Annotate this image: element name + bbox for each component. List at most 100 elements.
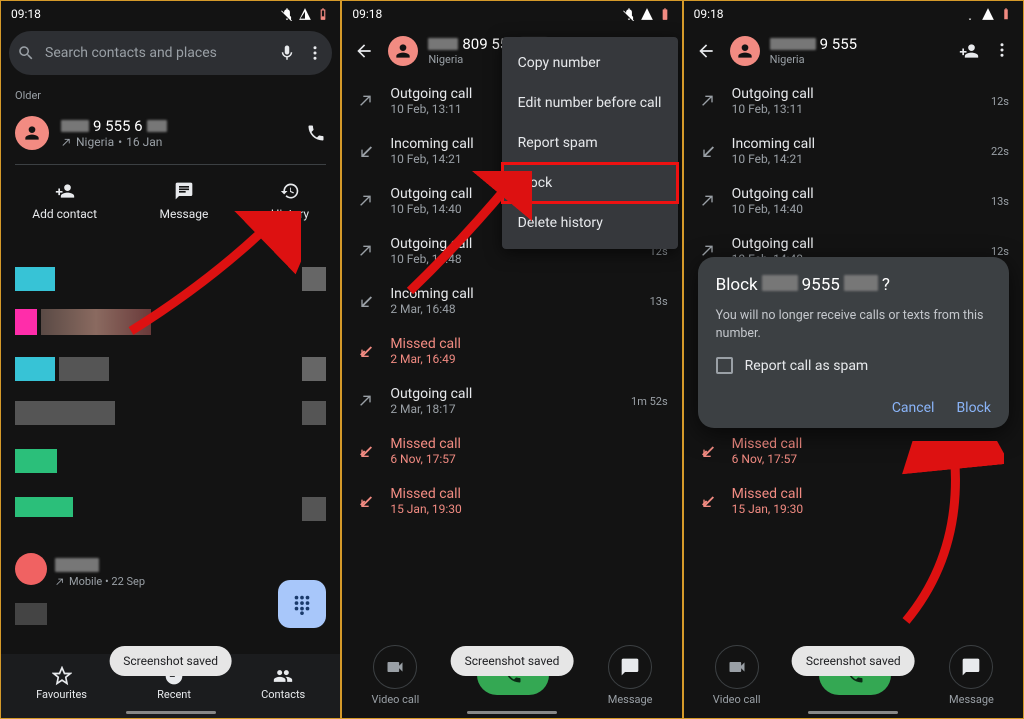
redacted-avatar <box>15 553 47 585</box>
status-time: 09:18 <box>694 7 724 21</box>
missed-call-icon <box>356 443 376 459</box>
mic-icon[interactable] <box>278 44 296 62</box>
divider <box>15 164 326 165</box>
home-indicator <box>467 711 557 714</box>
status-time: 09:18 <box>11 7 41 21</box>
signal-icon <box>298 7 312 21</box>
quick-actions: Add contact Message History <box>1 171 340 235</box>
history-row[interactable]: Missed call15 Jan, 19:30 <box>342 476 681 526</box>
call-duration: 12s <box>991 95 1009 108</box>
bell-off-icon <box>622 7 636 21</box>
call-time: 10 Feb, 14:48 <box>390 252 635 266</box>
battery-low-icon <box>316 7 330 21</box>
redacted-sub: Mobile • 22 Sep <box>55 575 145 588</box>
status-bar: 09:18 <box>1 1 340 27</box>
message-button[interactable]: Message <box>949 645 994 706</box>
history-button[interactable]: History <box>271 181 309 221</box>
checkbox-icon[interactable] <box>716 357 733 374</box>
history-row[interactable]: Outgoing call10 Feb, 14:4013s <box>684 176 1023 226</box>
block-button[interactable]: Block <box>956 400 991 416</box>
panel-recents: 09:18 Search contacts and places Older 9… <box>0 0 341 719</box>
header-sub: Nigeria <box>770 53 949 66</box>
call-time: 2 Mar, 16:49 <box>390 352 653 366</box>
nav-favourites[interactable]: Favourites <box>36 666 87 701</box>
panel-history-menu: 09:18 809 555 Nigeria Outgoing call10 Fe… <box>341 0 682 719</box>
outgoing-call-icon <box>698 193 718 209</box>
history-row[interactable]: Incoming call2 Mar, 16:4813s <box>342 276 681 326</box>
more-icon[interactable] <box>306 44 324 62</box>
outgoing-call-icon <box>356 93 376 109</box>
more-icon[interactable] <box>993 41 1011 59</box>
header-actions <box>959 41 1015 61</box>
menu-copy-number[interactable]: Copy number <box>502 43 678 83</box>
contacts-icon <box>273 666 293 686</box>
call-type: Missed call <box>390 486 653 502</box>
redacted-block <box>15 449 57 473</box>
back-button[interactable] <box>692 41 720 61</box>
star-icon <box>52 666 72 686</box>
back-button[interactable] <box>350 41 378 61</box>
avatar <box>730 36 760 66</box>
avatar <box>15 116 49 150</box>
status-icons <box>280 7 330 21</box>
redacted-block <box>41 309 151 335</box>
cancel-button[interactable]: Cancel <box>892 400 935 416</box>
dialpad-icon <box>291 593 313 615</box>
menu-delete-history[interactable]: Delete history <box>502 203 678 243</box>
call-type: Missed call <box>732 486 995 502</box>
call-time: 2 Mar, 18:17 <box>390 402 617 416</box>
contact-info: 9 555 6 Nigeria • 16 Jan <box>61 117 294 149</box>
history-row[interactable]: Incoming call10 Feb, 14:2122s <box>684 126 1023 176</box>
videocam-icon <box>385 657 405 677</box>
add-contact-icon[interactable] <box>959 41 979 61</box>
menu-block[interactable]: Block <box>502 163 678 203</box>
call-button[interactable] <box>306 123 326 143</box>
history-row[interactable]: Missed call6 Nov, 17:57 <box>342 426 681 476</box>
call-type: Missed call <box>732 436 995 452</box>
history-icon <box>280 181 300 201</box>
dialpad-fab[interactable] <box>278 580 326 628</box>
call-time: 10 Feb, 14:40 <box>732 202 977 216</box>
search-bar[interactable]: Search contacts and places <box>9 31 332 75</box>
dialog-check-row[interactable]: Report call as spam <box>716 357 991 374</box>
call-time: 15 Jan, 19:30 <box>390 502 653 516</box>
call-duration: 12s <box>991 245 1009 258</box>
redacted-block <box>302 357 326 381</box>
outgoing-call-icon <box>698 93 718 109</box>
call-duration: 13s <box>991 195 1009 208</box>
history-row[interactable]: Missed call15 Jan, 19:30 <box>684 476 1023 526</box>
menu-report-spam[interactable]: Report spam <box>502 123 678 163</box>
redacted-block <box>15 497 73 517</box>
dialog-actions: Cancel Block <box>716 400 991 416</box>
dialog-title: Block 9555 ? <box>716 275 991 295</box>
call-duration: 22s <box>991 145 1009 158</box>
history-row[interactable]: Outgoing call2 Mar, 18:171m 52s <box>342 376 681 426</box>
missed-call-icon <box>698 443 718 459</box>
history-row[interactable]: Outgoing call10 Feb, 13:1112s <box>684 76 1023 126</box>
video-call-button[interactable]: Video call <box>371 645 419 706</box>
context-menu: Copy number Edit number before call Repo… <box>502 37 678 249</box>
dialog-check-label: Report call as spam <box>745 358 869 374</box>
incoming-call-icon <box>356 293 376 309</box>
detail-header: 9 555 Nigeria <box>684 27 1023 76</box>
redacted-block <box>302 401 326 425</box>
status-bar: 09:18 <box>684 1 1023 27</box>
history-row[interactable]: Missed call2 Mar, 16:49 <box>342 326 681 376</box>
redacted-block <box>59 357 109 381</box>
call-type: Incoming call <box>390 286 635 302</box>
nav-contacts[interactable]: Contacts <box>261 666 305 701</box>
contact-row[interactable]: 9 555 6 Nigeria • 16 Jan <box>1 108 340 158</box>
message-button[interactable]: Message <box>160 181 209 221</box>
add-contact-button[interactable]: Add contact <box>32 181 97 221</box>
status-time: 09:18 <box>352 7 382 21</box>
history-row[interactable]: Missed call6 Nov, 17:57 <box>684 426 1023 476</box>
battery-low-icon <box>658 7 672 21</box>
contact-name: 9 555 6 <box>61 117 294 135</box>
section-older: Older <box>1 79 340 108</box>
menu-edit-number[interactable]: Edit number before call <box>502 83 678 123</box>
missed-call-icon <box>356 493 376 509</box>
video-call-button[interactable]: Video call <box>713 645 761 706</box>
videocam-icon <box>727 657 747 677</box>
message-button[interactable]: Message <box>608 645 653 706</box>
incoming-call-icon <box>356 143 376 159</box>
